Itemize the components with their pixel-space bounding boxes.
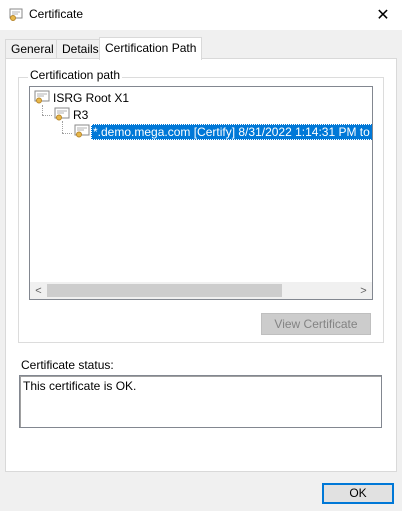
window-title: Certificate: [29, 7, 84, 21]
tree-connector: [42, 115, 52, 116]
horizontal-scrollbar[interactable]: < >: [30, 282, 372, 299]
certification-path-tree[interactable]: ISRG Root X1 R3 *.demo.mega.com [Certify…: [29, 86, 373, 300]
tab-certification-path[interactable]: Certification Path: [99, 37, 203, 60]
view-certificate-button[interactable]: View Certificate: [261, 313, 371, 335]
tab-general[interactable]: General: [5, 39, 60, 58]
tab-bar: General Details Certification Path: [5, 37, 397, 60]
tab-details[interactable]: Details: [56, 39, 105, 58]
scroll-right-icon[interactable]: >: [355, 282, 372, 299]
ok-button[interactable]: OK: [322, 483, 394, 504]
certificate-icon: [9, 8, 23, 21]
tree-connector: [62, 121, 63, 133]
certificate-status-label: Certificate status:: [21, 358, 114, 372]
certificate-status-box[interactable]: This certificate is OK.: [19, 375, 382, 428]
certificate-icon: [54, 107, 70, 121]
scrollbar-thumb[interactable]: [47, 284, 282, 297]
close-icon: ✕: [376, 7, 390, 24]
scroll-left-icon[interactable]: <: [30, 282, 47, 299]
certificate-icon: [34, 90, 50, 104]
certification-path-label: Certification path: [28, 68, 123, 82]
tree-node-label: ISRG Root X1: [53, 91, 130, 105]
certificate-icon: [74, 124, 90, 138]
tree-connector: [62, 133, 72, 134]
tree-node-label: *.demo.mega.com [Certify] 8/31/2022 1:14…: [91, 124, 372, 140]
certificate-status-text: This certificate is OK.: [23, 379, 137, 393]
tree-connector: [42, 105, 43, 115]
tree-node-label: R3: [73, 108, 89, 122]
title-bar: Certificate ✕: [0, 0, 402, 30]
close-button[interactable]: ✕: [364, 0, 402, 30]
